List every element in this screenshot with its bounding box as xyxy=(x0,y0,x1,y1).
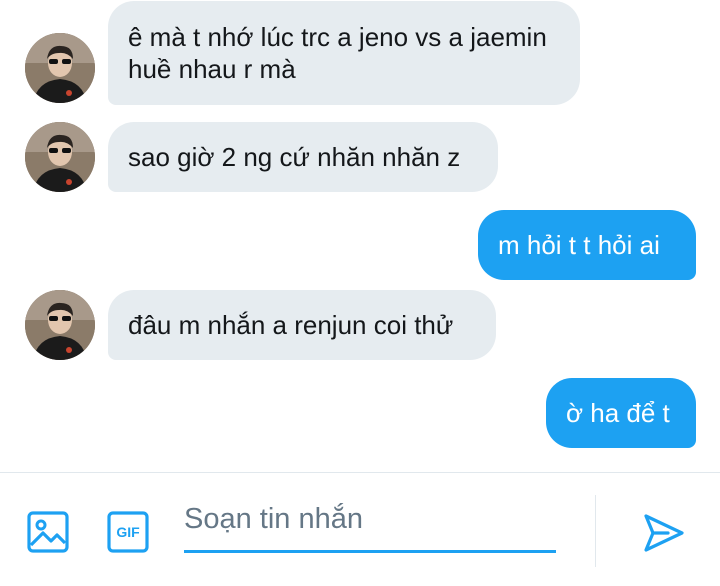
avatar[interactable] xyxy=(25,33,95,103)
message-thread: ê mà t nhớ lúc trc a jeno vs a jaemin hu… xyxy=(0,0,720,472)
message-text: ờ ha để t xyxy=(566,398,670,428)
message-bubble-outgoing[interactable]: ờ ha để t xyxy=(546,378,696,448)
message-bubble-incoming[interactable]: ê mà t nhớ lúc trc a jeno vs a jaemin hu… xyxy=(108,1,580,105)
send-button[interactable] xyxy=(642,511,686,560)
gif-label: GIF xyxy=(116,524,140,540)
message-bubble-outgoing[interactable]: m hỏi t t hỏi ai xyxy=(478,210,696,280)
send-icon xyxy=(644,514,684,552)
message-input-wrapper xyxy=(184,493,556,553)
message-bubble-incoming[interactable]: sao giờ 2 ng cứ nhăn nhăn z xyxy=(108,122,498,192)
message-input[interactable] xyxy=(184,497,556,541)
add-gif-button[interactable]: GIF xyxy=(107,511,149,558)
image-icon xyxy=(27,511,69,553)
message-text: đâu m nhắn a renjun coi thử xyxy=(128,310,454,340)
avatar[interactable] xyxy=(25,290,95,360)
message-composer: GIF xyxy=(0,472,720,586)
add-image-button[interactable] xyxy=(27,511,69,558)
composer-divider xyxy=(595,495,596,567)
message-bubble-incoming[interactable]: đâu m nhắn a renjun coi thử xyxy=(108,290,496,360)
message-text: ê mà t nhớ lúc trc a jeno vs a jaemin hu… xyxy=(128,22,547,84)
message-text: sao giờ 2 ng cứ nhăn nhăn z xyxy=(128,142,461,172)
avatar[interactable] xyxy=(25,122,95,192)
message-text: m hỏi t t hỏi ai xyxy=(498,230,660,260)
